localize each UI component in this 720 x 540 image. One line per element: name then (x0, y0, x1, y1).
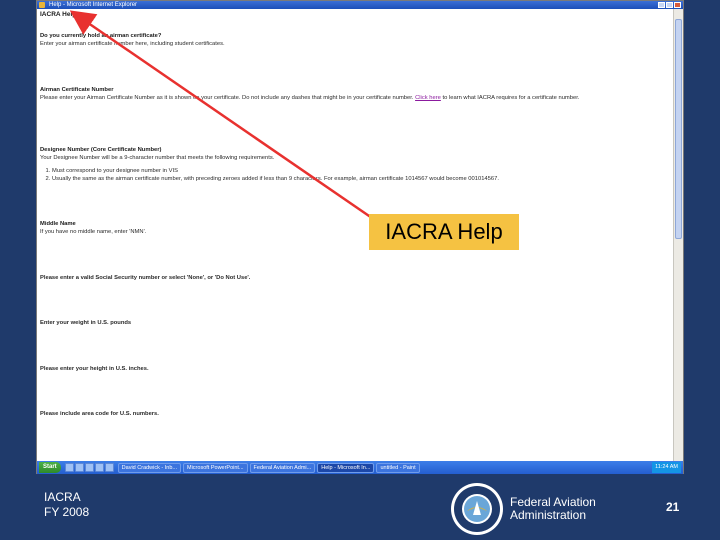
internet-explorer-icon (39, 2, 45, 8)
list-item: Must correspond to your designee number … (52, 168, 660, 176)
taskbar-item[interactable]: Federal Aviation Admi... (249, 462, 316, 473)
window-title: Help - Microsoft Internet Explorer (49, 2, 138, 8)
callout-label: IACRA Help (369, 214, 519, 250)
maximize-icon[interactable] (666, 2, 673, 8)
weight-help: Enter your weight in U.S. pounds (40, 320, 132, 326)
taskbar-item-active[interactable]: Help - Microsoft In... (317, 462, 375, 473)
phone-help: Please include area code for U.S. number… (40, 411, 159, 417)
vertical-scrollbar[interactable] (673, 9, 683, 461)
section-certificate-number: Airman Certificate Number Please enter y… (40, 87, 660, 102)
window-titlebar[interactable]: Help - Microsoft Internet Explorer (37, 1, 683, 9)
mail-icon[interactable] (84, 463, 94, 472)
window-controls (658, 2, 681, 8)
section-text: Please enter your Airman Certificate Num… (40, 94, 580, 101)
close-icon[interactable] (674, 2, 681, 8)
section-text: If you have no middle name, enter 'NMN'. (40, 228, 147, 235)
minimize-icon[interactable] (658, 2, 665, 8)
windows-taskbar: Start David Cradwick - Inb... Microsoft … (37, 461, 683, 474)
footer-program: IACRA FY 2008 (44, 490, 89, 520)
browser-window: Help - Microsoft Internet Explorer IACRA… (36, 0, 684, 474)
section-text: Your Designee Number will be a 9-charact… (40, 154, 275, 161)
section-heading: Do you currently hold an airman certific… (40, 33, 162, 39)
section-airman-certificate: Do you currently hold an airman certific… (40, 33, 660, 48)
ssn-help: Please enter a valid Social Security num… (40, 275, 251, 281)
click-here-link[interactable]: Click here (415, 95, 441, 101)
system-tray-clock[interactable]: 11:24 AM (652, 462, 681, 473)
slide-number: 21 (666, 500, 680, 514)
section-heading: Airman Certificate Number (40, 87, 114, 93)
start-button[interactable]: Start (39, 462, 61, 473)
folder-icon[interactable] (104, 463, 114, 472)
agency-name: Federal Aviation Administration (510, 495, 596, 522)
section-middle-name: Middle Name If you have no middle name, … (40, 221, 660, 236)
quick-launch (63, 463, 116, 472)
height-help: Please enter your height in U.S. inches. (40, 366, 149, 372)
taskbar-item[interactable]: Microsoft PowerPoint... (183, 462, 248, 473)
faa-seal-icon (451, 483, 503, 535)
scrollbar-thumb[interactable] (675, 19, 682, 239)
section-text: Enter your airman certificate number her… (40, 40, 225, 47)
help-content: IACRA Help Do you currently hold an airm… (37, 9, 675, 461)
program-name: IACRA (44, 490, 81, 504)
section-heading: Designee Number (Core Certificate Number… (40, 147, 162, 153)
section-designee-number: Designee Number (Core Certificate Number… (40, 147, 660, 183)
requirements-list: Must correspond to your designee number … (52, 168, 660, 183)
section-heading: Middle Name (40, 221, 76, 227)
browser-icon[interactable] (74, 463, 84, 472)
taskbar-item[interactable]: David Cradwick - Inb... (117, 462, 181, 473)
list-item: Usually the same as the airman certifica… (52, 176, 660, 184)
help-title: IACRA Help (40, 11, 77, 18)
desktop-icon[interactable] (64, 463, 74, 472)
media-icon[interactable] (94, 463, 104, 472)
fiscal-year: FY 2008 (44, 505, 90, 519)
taskbar-item[interactable]: untitled - Paint (376, 462, 420, 473)
